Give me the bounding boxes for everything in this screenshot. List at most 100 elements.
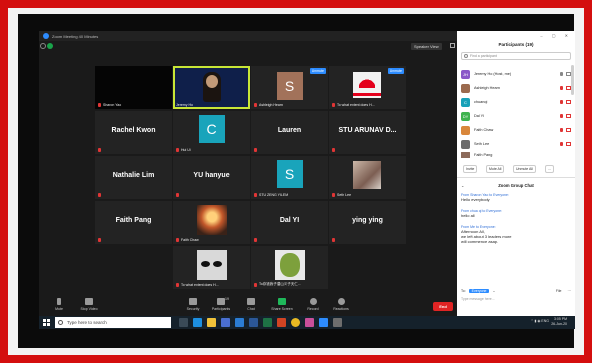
store-icon[interactable]	[221, 318, 230, 327]
participant-row[interactable]: Seth Lee	[461, 139, 571, 149]
muted-mic-icon	[254, 193, 257, 197]
windows-start-icon[interactable]	[43, 319, 50, 326]
video-tile[interactable]: ying ying	[329, 201, 406, 244]
more-options-button[interactable]: ...	[545, 165, 554, 173]
record-button[interactable]: Record	[301, 298, 325, 311]
stop-video-button[interactable]: Stop Video	[77, 298, 101, 311]
avatar: C	[461, 97, 470, 107]
mute-all-button[interactable]: Mute All	[486, 165, 505, 173]
fullscreen-icon[interactable]	[450, 43, 455, 48]
avatar: JH	[461, 69, 470, 79]
edge-icon[interactable]	[193, 318, 202, 327]
shield-icon	[189, 298, 197, 305]
participant-search-input[interactable]: Find a participant	[461, 52, 571, 60]
divider	[457, 177, 575, 178]
windows-taskbar: Type here to search ⌃ ▮ ◉ ENG 3:05 PM 26…	[39, 316, 575, 329]
video-tile[interactable]: S Unmute Ashleigh Hearn	[251, 66, 328, 109]
muted-mic-icon	[176, 193, 179, 197]
video-tile[interactable]: To what extent does H...	[173, 246, 250, 289]
task-view-icon[interactable]	[179, 318, 188, 327]
unmute-all-button[interactable]: Unmute All	[513, 165, 536, 173]
video-tile[interactable]: Unmute To what extent does H...	[329, 66, 406, 109]
video-camera-icon	[85, 298, 93, 305]
word-icon[interactable]	[249, 318, 258, 327]
camera-off-icon[interactable]	[566, 86, 571, 90]
file-explorer-icon[interactable]	[207, 318, 216, 327]
unmute-button[interactable]: Unmute	[387, 68, 404, 74]
video-tile[interactable]: Faith Chaw	[173, 201, 250, 244]
video-tile[interactable]: To存钱我子潜山义子天仁...	[251, 246, 328, 289]
file-button[interactable]: File	[556, 289, 562, 293]
mute-button[interactable]: Mute	[47, 298, 71, 311]
video-tile[interactable]: Seth Lee	[329, 156, 406, 199]
chrome-icon[interactable]	[291, 318, 300, 327]
muted-mic-icon	[98, 103, 101, 107]
mail-icon[interactable]	[235, 318, 244, 327]
participant-row[interactable]: Ashleigh Hearn	[461, 83, 571, 93]
participant-row[interactable]: C chuanqi	[461, 97, 571, 107]
muted-mic-icon[interactable]	[560, 142, 563, 146]
info-icon[interactable]	[40, 43, 46, 49]
camera-off-icon[interactable]	[566, 114, 571, 118]
muted-mic-icon[interactable]	[560, 114, 563, 118]
muted-mic-icon	[98, 193, 101, 197]
mic-icon[interactable]	[560, 72, 563, 76]
participant-row[interactable]: Faith Pang	[461, 152, 571, 158]
video-tile[interactable]: Sharon Yao	[95, 66, 172, 109]
app-icon[interactable]	[305, 318, 314, 327]
muted-mic-icon	[332, 148, 335, 152]
chat-title: Zoom Group Chat	[498, 183, 534, 188]
video-tile[interactable]: Lauren	[251, 111, 328, 154]
huawei-logo-icon	[353, 72, 381, 98]
unmute-button[interactable]: Unmute	[309, 68, 326, 74]
excel-icon[interactable]	[263, 318, 272, 327]
camera-off-icon[interactable]	[566, 142, 571, 146]
camera-off-icon[interactable]	[566, 128, 571, 132]
video-tile[interactable]: Nathalie Lim	[95, 156, 172, 199]
video-tile[interactable]: YU hanyue	[173, 156, 250, 199]
profile-photo	[353, 161, 381, 189]
video-tile[interactable]: Rachel Kwon	[95, 111, 172, 154]
share-screen-button[interactable]: Share Screen	[267, 298, 297, 311]
active-speaker-tile[interactable]: Jeremy Ho	[173, 66, 250, 109]
participant-row[interactable]: JH Jeremy Ho (Host, me)	[461, 69, 571, 79]
video-tile[interactable]: C Hui Ui	[173, 111, 250, 154]
powerpoint-icon[interactable]	[277, 318, 286, 327]
speaker-view-button[interactable]: Speaker View	[411, 43, 442, 50]
security-button[interactable]: Security	[181, 298, 205, 311]
muted-mic-icon[interactable]	[560, 86, 563, 90]
system-tray[interactable]: ⌃ ▮ ◉ ENG	[531, 319, 549, 323]
reactions-button[interactable]: Reactions	[329, 298, 353, 311]
invite-button[interactable]: Invite	[463, 165, 478, 173]
more-icon[interactable]: ···	[568, 289, 572, 293]
muted-mic-icon[interactable]	[560, 100, 563, 104]
person-face	[206, 75, 218, 88]
chat-message: From Me to Everyone: Afternoon All, we l…	[461, 225, 512, 244]
participants-icon	[217, 298, 225, 305]
camera-icon[interactable]	[566, 72, 571, 76]
video-tile[interactable]: STU ARUNAV D...	[329, 111, 406, 154]
muted-mic-icon[interactable]	[560, 128, 563, 132]
window-controls[interactable]: – ▢ ✕	[540, 33, 572, 38]
chevron-down-icon[interactable]: ⌄	[492, 289, 495, 293]
muted-mic-icon	[254, 148, 257, 152]
chat-message-input[interactable]: Type message here...	[461, 297, 495, 301]
camera-off-icon[interactable]	[566, 100, 571, 104]
video-tile[interactable]: S STU ZENG YILEM	[251, 156, 328, 199]
security-shield-icon[interactable]	[47, 43, 53, 49]
chat-button[interactable]: Chat	[239, 298, 263, 311]
taskbar-clock[interactable]: 3:05 PM 26-Jun-20	[551, 317, 567, 327]
participant-row[interactable]: Faith Chaw	[461, 125, 571, 135]
taskbar-search-input[interactable]: Type here to search	[55, 317, 171, 328]
participants-panel: – ▢ ✕ Participants (19) Find a participa…	[457, 31, 575, 316]
end-meeting-button[interactable]: End	[433, 302, 453, 311]
app-icon[interactable]	[333, 318, 342, 327]
video-tile[interactable]: Dal YI	[251, 201, 328, 244]
recipient-select[interactable]: Everyone	[468, 289, 490, 293]
participants-button[interactable]: Participants 19	[209, 297, 233, 311]
participant-row[interactable]: DY Dal YI	[461, 111, 571, 121]
scrollbar[interactable]	[571, 65, 574, 95]
video-tile[interactable]: Faith Pang	[95, 201, 172, 244]
avatar: S	[276, 72, 303, 100]
zoom-icon[interactable]	[319, 318, 328, 327]
